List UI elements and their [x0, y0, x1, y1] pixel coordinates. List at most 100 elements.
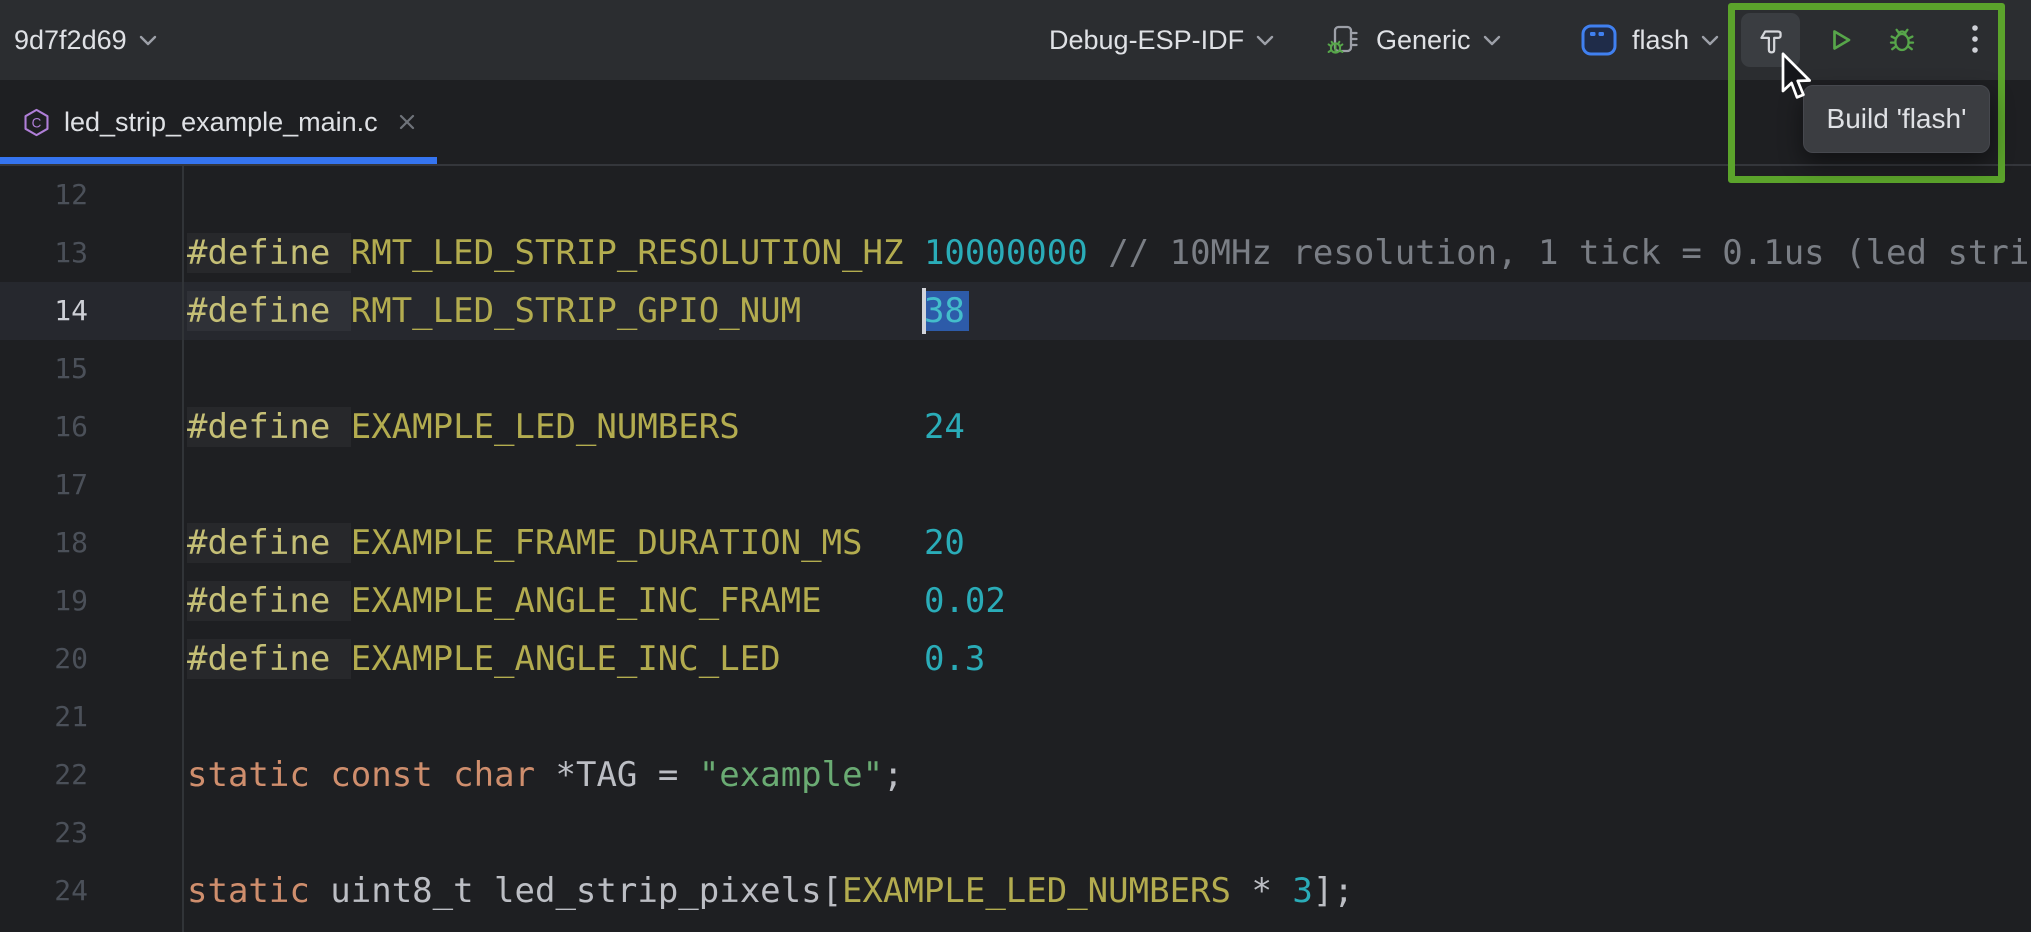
code-token: 20: [924, 523, 965, 563]
more-options-kebab-icon[interactable]: [1951, 13, 1999, 67]
code-line[interactable]: 14#define RMT_LED_STRIP_GPIO_NUM 38: [0, 282, 2031, 340]
code-token: #define: [187, 581, 351, 621]
code-token: #define: [187, 233, 351, 273]
tab-label: led_strip_example_main.c: [64, 107, 378, 138]
code-token: [801, 291, 924, 331]
build-target-selector[interactable]: flash: [1580, 0, 1719, 80]
code-line[interactable]: 23: [0, 804, 2031, 862]
line-number[interactable]: 15: [0, 340, 184, 398]
code-token: EXAMPLE_ANGLE_INC_LED: [351, 639, 781, 679]
text-caret: [922, 288, 926, 334]
run-button[interactable]: [1816, 13, 1864, 67]
code-text: #define RMT_LED_STRIP_GPIO_NUM 38: [184, 282, 969, 340]
code-token: #define: [187, 639, 351, 679]
code-token: RMT_LED_STRIP_RESOLUTION_HZ: [351, 233, 904, 273]
build-target-label: flash: [1632, 25, 1689, 56]
ide-window: 9d7f2d69 Debug-ESP-IDF: [0, 0, 2031, 932]
line-number[interactable]: 19: [0, 572, 184, 630]
code-line[interactable]: 19#define EXAMPLE_ANGLE_INC_FRAME 0.02: [0, 572, 2031, 630]
code-token: ;: [883, 755, 903, 795]
code-token: EXAMPLE_FRAME_DURATION_MS: [351, 523, 863, 563]
line-number[interactable]: 16: [0, 398, 184, 456]
code-text: #define EXAMPLE_LED_NUMBERS 24: [184, 398, 965, 456]
code-token: const: [330, 755, 432, 795]
code-token: [822, 581, 924, 621]
line-number[interactable]: 23: [0, 804, 184, 862]
main-toolbar: 9d7f2d69 Debug-ESP-IDF: [0, 0, 2031, 80]
code-token: 10000000: [924, 233, 1088, 273]
code-token: #define: [187, 407, 351, 447]
code-text: static const char *TAG = "example";: [184, 746, 904, 804]
code-text: [184, 804, 187, 862]
line-number[interactable]: 13: [0, 224, 184, 282]
code-token: ];: [1313, 871, 1354, 911]
code-token: RMT_LED_STRIP_GPIO_NUM: [351, 291, 801, 331]
code-token: static: [187, 755, 310, 795]
line-number[interactable]: 20: [0, 630, 184, 688]
line-number[interactable]: 12: [0, 166, 184, 224]
code-line[interactable]: 21: [0, 688, 2031, 746]
code-line[interactable]: 16#define EXAMPLE_LED_NUMBERS 24: [0, 398, 2031, 456]
code-token: [310, 755, 330, 795]
code-token: [433, 755, 453, 795]
branch-label: 9d7f2d69: [14, 25, 127, 56]
line-number[interactable]: 21: [0, 688, 184, 746]
code-token: [781, 639, 924, 679]
code-text: [184, 688, 187, 746]
code-text: [184, 166, 187, 224]
hammer-icon: [1754, 23, 1788, 57]
chevron-down-icon: [1256, 35, 1274, 46]
chevron-down-icon: [1483, 35, 1501, 46]
selected-text: 38: [924, 291, 969, 331]
code-line[interactable]: 12: [0, 166, 2031, 224]
code-token: *: [1231, 871, 1292, 911]
line-number[interactable]: 25: [0, 920, 184, 932]
run-play-icon: [1824, 24, 1856, 56]
code-editor[interactable]: 1213#define RMT_LED_STRIP_RESOLUTION_HZ …: [0, 166, 2031, 932]
line-number[interactable]: 22: [0, 746, 184, 804]
line-number[interactable]: 24: [0, 862, 184, 920]
svg-text:C: C: [32, 115, 42, 130]
chevron-down-icon: [139, 35, 157, 46]
run-configuration-selector[interactable]: Debug-ESP-IDF: [1049, 0, 1274, 80]
code-line[interactable]: 17: [0, 456, 2031, 514]
tab-led-strip-example-main[interactable]: C led_strip_example_main.c: [0, 80, 437, 164]
run-configuration-label: Debug-ESP-IDF: [1049, 25, 1244, 56]
close-icon[interactable]: [396, 111, 418, 133]
code-token: *TAG =: [535, 755, 699, 795]
code-line[interactable]: 20#define EXAMPLE_ANGLE_INC_LED 0.3: [0, 630, 2031, 688]
code-line[interactable]: 25: [0, 920, 2031, 932]
code-token: 0.3: [924, 639, 985, 679]
code-lines: 1213#define RMT_LED_STRIP_RESOLUTION_HZ …: [0, 166, 2031, 932]
code-token: char: [453, 755, 535, 795]
code-token: EXAMPLE_LED_NUMBERS: [842, 871, 1231, 911]
code-line[interactable]: 13#define RMT_LED_STRIP_RESOLUTION_HZ 10…: [0, 224, 2031, 282]
code-token: uint8_t led_strip_pixels[: [310, 871, 842, 911]
chevron-down-icon: [1701, 35, 1719, 46]
build-button[interactable]: [1741, 13, 1800, 67]
code-line[interactable]: 24static uint8_t led_strip_pixels[EXAMPL…: [0, 862, 2031, 920]
active-tab-underline: [0, 157, 437, 164]
debug-target-selector[interactable]: Generic: [1326, 0, 1501, 80]
tooltip-text: Build 'flash': [1827, 103, 1967, 135]
code-token: static: [187, 871, 310, 911]
code-text: [184, 456, 187, 514]
code-token: #define: [187, 291, 351, 331]
code-line[interactable]: 22static const char *TAG = "example";: [0, 746, 2031, 804]
line-number[interactable]: 17: [0, 456, 184, 514]
debug-target-label: Generic: [1376, 25, 1471, 56]
code-token: [863, 523, 924, 563]
vcs-branch-widget[interactable]: 9d7f2d69: [14, 0, 157, 80]
code-line[interactable]: 15: [0, 340, 2031, 398]
build-tooltip: Build 'flash': [1803, 85, 1990, 153]
c-file-icon: C: [22, 108, 51, 137]
code-token: EXAMPLE_LED_NUMBERS: [351, 407, 740, 447]
code-text: #define EXAMPLE_FRAME_DURATION_MS 20: [184, 514, 965, 572]
line-number[interactable]: 14: [0, 282, 184, 340]
code-line[interactable]: 18#define EXAMPLE_FRAME_DURATION_MS 20: [0, 514, 2031, 572]
debug-button[interactable]: [1878, 13, 1926, 67]
code-token: [740, 407, 924, 447]
code-token: "example": [699, 755, 883, 795]
line-number[interactable]: 18: [0, 514, 184, 572]
code-token: EXAMPLE_ANGLE_INC_FRAME: [351, 581, 822, 621]
